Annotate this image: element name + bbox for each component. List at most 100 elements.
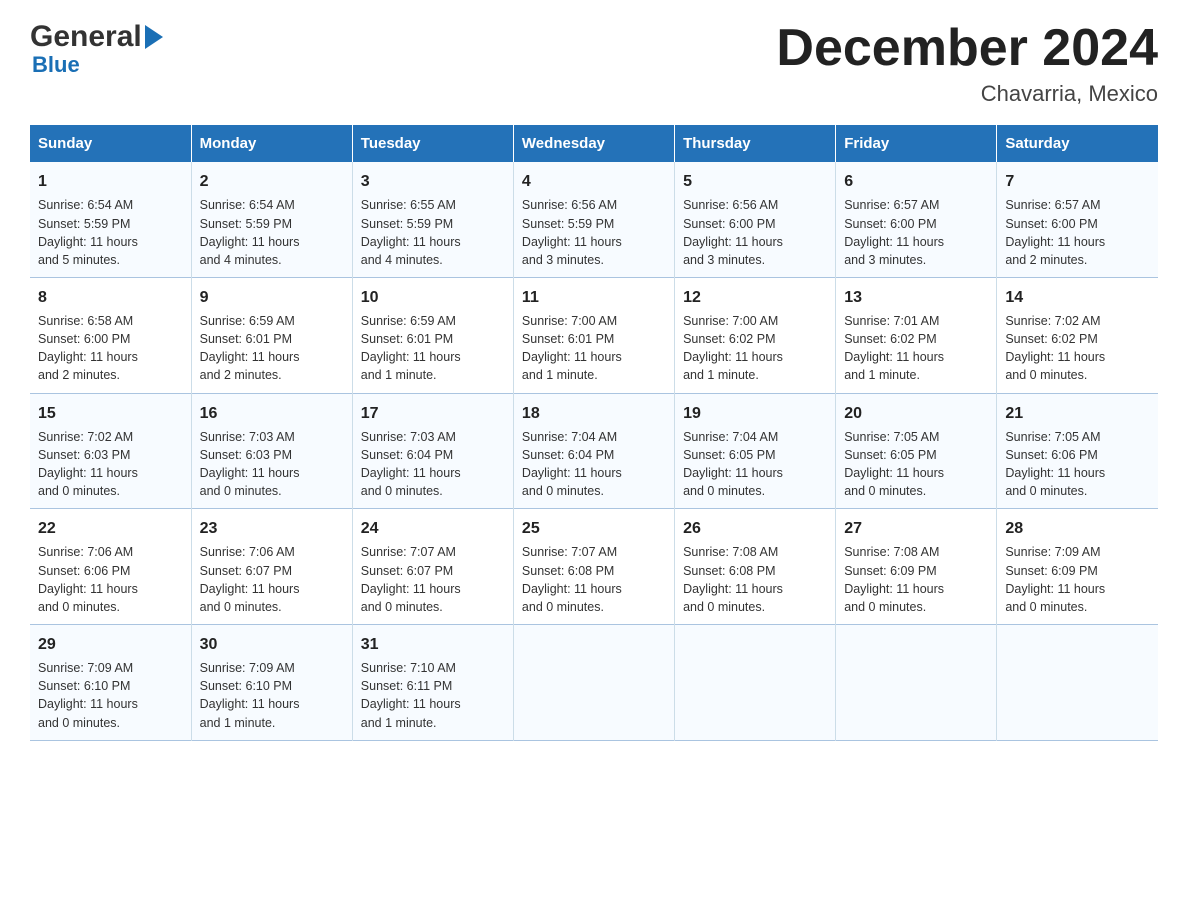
day-info: Sunrise: 7:02 AMSunset: 6:02 PMDaylight:…: [1005, 312, 1150, 385]
calendar-cell: 16Sunrise: 7:03 AMSunset: 6:03 PMDayligh…: [191, 393, 352, 509]
day-number: 25: [522, 517, 666, 540]
day-info: Sunrise: 7:04 AMSunset: 6:05 PMDaylight:…: [683, 428, 827, 501]
day-info: Sunrise: 7:08 AMSunset: 6:09 PMDaylight:…: [844, 543, 988, 616]
calendar-cell: 22 Sunrise: 7:06 AMSunset: 6:06 PMDayligh…: [30, 509, 191, 625]
calendar-cell: 18Sunrise: 7:04 AMSunset: 6:04 PMDayligh…: [513, 393, 674, 509]
calendar-cell: 30Sunrise: 7:09 AMSunset: 6:10 PMDayligh…: [191, 624, 352, 740]
calendar-cell: 8 Sunrise: 6:58 AMSunset: 6:00 PMDaylight…: [30, 277, 191, 393]
day-number: 21: [1005, 402, 1150, 425]
header-friday: Friday: [836, 125, 997, 162]
calendar-cell: 10 Sunrise: 6:59 AMSunset: 6:01 PMDayligh…: [352, 277, 513, 393]
calendar-cell: [513, 624, 674, 740]
calendar-cell: [836, 624, 997, 740]
day-info: Sunrise: 7:09 AMSunset: 6:09 PMDaylight:…: [1005, 543, 1150, 616]
calendar-body: 1 Sunrise: 6:54 AMSunset: 5:59 PMDaylight…: [30, 162, 1158, 740]
day-number: 14: [1005, 286, 1150, 309]
calendar-cell: 9 Sunrise: 6:59 AMSunset: 6:01 PMDaylight…: [191, 277, 352, 393]
day-number: 31: [361, 633, 505, 656]
day-number: 1: [38, 170, 183, 193]
day-number: 2: [200, 170, 344, 193]
calendar-cell: 11Sunrise: 7:00 AMSunset: 6:01 PMDayligh…: [513, 277, 674, 393]
calendar-cell: 28Sunrise: 7:09 AMSunset: 6:09 PMDayligh…: [997, 509, 1158, 625]
day-number: 10: [361, 286, 505, 309]
day-info: Sunrise: 7:05 AMSunset: 6:06 PMDaylight:…: [1005, 428, 1150, 501]
calendar-cell: 23 Sunrise: 7:06 AMSunset: 6:07 PMDayligh…: [191, 509, 352, 625]
day-info: Sunrise: 7:06 AMSunset: 6:06 PMDaylight:…: [38, 543, 183, 616]
calendar-cell: 2Sunrise: 6:54 AMSunset: 5:59 PMDaylight…: [191, 162, 352, 277]
day-number: 22: [38, 517, 183, 540]
header-wednesday: Wednesday: [513, 125, 674, 162]
day-info: Sunrise: 6:56 AMSunset: 5:59 PMDaylight:…: [522, 196, 666, 269]
calendar-week-5: 29 Sunrise: 7:09 AMSunset: 6:10 PMDayligh…: [30, 624, 1158, 740]
day-number: 24: [361, 517, 505, 540]
calendar-cell: 27 Sunrise: 7:08 AMSunset: 6:09 PMDayligh…: [836, 509, 997, 625]
day-number: 3: [361, 170, 505, 193]
day-info: Sunrise: 7:01 AMSunset: 6:02 PMDaylight:…: [844, 312, 988, 385]
day-info: Sunrise: 6:59 AMSunset: 6:01 PMDaylight:…: [200, 312, 344, 385]
header-thursday: Thursday: [675, 125, 836, 162]
day-number: 18: [522, 402, 666, 425]
day-number: 9: [200, 286, 344, 309]
header-saturday: Saturday: [997, 125, 1158, 162]
day-info: Sunrise: 7:06 AMSunset: 6:07 PMDaylight:…: [200, 543, 344, 616]
day-info: Sunrise: 7:02 AMSunset: 6:03 PMDaylight:…: [38, 428, 183, 501]
calendar-cell: 31 Sunrise: 7:10 AMSunset: 6:11 PMDayligh…: [352, 624, 513, 740]
day-info: Sunrise: 6:58 AMSunset: 6:00 PMDaylight:…: [38, 312, 183, 385]
day-number: 13: [844, 286, 988, 309]
day-info: Sunrise: 7:00 AMSunset: 6:02 PMDaylight:…: [683, 312, 827, 385]
day-info: Sunrise: 6:56 AMSunset: 6:00 PMDaylight:…: [683, 196, 827, 269]
day-number: 6: [844, 170, 988, 193]
calendar-cell: 15 Sunrise: 7:02 AMSunset: 6:03 PMDayligh…: [30, 393, 191, 509]
header-tuesday: Tuesday: [352, 125, 513, 162]
day-info: Sunrise: 6:57 AMSunset: 6:00 PMDaylight:…: [1005, 196, 1150, 269]
logo: General Blue: [30, 20, 163, 78]
calendar-table: Sunday Monday Tuesday Wednesday Thursday…: [30, 125, 1158, 740]
calendar-cell: 3 Sunrise: 6:55 AMSunset: 5:59 PMDaylight…: [352, 162, 513, 277]
calendar-cell: 29 Sunrise: 7:09 AMSunset: 6:10 PMDayligh…: [30, 624, 191, 740]
header-monday: Monday: [191, 125, 352, 162]
day-info: Sunrise: 6:54 AMSunset: 5:59 PMDaylight:…: [38, 196, 183, 269]
day-number: 23: [200, 517, 344, 540]
logo-general-text: General: [30, 20, 142, 54]
page-subtitle: Chavarria, Mexico: [776, 81, 1158, 107]
header-row: Sunday Monday Tuesday Wednesday Thursday…: [30, 125, 1158, 162]
day-number: 17: [361, 402, 505, 425]
calendar-week-3: 15 Sunrise: 7:02 AMSunset: 6:03 PMDayligh…: [30, 393, 1158, 509]
day-info: Sunrise: 7:07 AMSunset: 6:07 PMDaylight:…: [361, 543, 505, 616]
day-info: Sunrise: 7:03 AMSunset: 6:04 PMDaylight:…: [361, 428, 505, 501]
calendar-week-1: 1 Sunrise: 6:54 AMSunset: 5:59 PMDaylight…: [30, 162, 1158, 277]
day-info: Sunrise: 7:07 AMSunset: 6:08 PMDaylight:…: [522, 543, 666, 616]
day-info: Sunrise: 7:09 AMSunset: 6:10 PMDaylight:…: [200, 659, 344, 732]
day-number: 4: [522, 170, 666, 193]
day-number: 11: [522, 286, 666, 309]
calendar-cell: 25 Sunrise: 7:07 AMSunset: 6:08 PMDayligh…: [513, 509, 674, 625]
day-info: Sunrise: 6:55 AMSunset: 5:59 PMDaylight:…: [361, 196, 505, 269]
calendar-cell: 4 Sunrise: 6:56 AMSunset: 5:59 PMDaylight…: [513, 162, 674, 277]
calendar-cell: 13 Sunrise: 7:01 AMSunset: 6:02 PMDayligh…: [836, 277, 997, 393]
calendar-week-4: 22 Sunrise: 7:06 AMSunset: 6:06 PMDayligh…: [30, 509, 1158, 625]
calendar-cell: 5Sunrise: 6:56 AMSunset: 6:00 PMDaylight…: [675, 162, 836, 277]
calendar-week-2: 8 Sunrise: 6:58 AMSunset: 6:00 PMDaylight…: [30, 277, 1158, 393]
day-number: 26: [683, 517, 827, 540]
calendar-cell: 1 Sunrise: 6:54 AMSunset: 5:59 PMDaylight…: [30, 162, 191, 277]
day-number: 20: [844, 402, 988, 425]
day-info: Sunrise: 6:59 AMSunset: 6:01 PMDaylight:…: [361, 312, 505, 385]
day-number: 8: [38, 286, 183, 309]
day-info: Sunrise: 7:09 AMSunset: 6:10 PMDaylight:…: [38, 659, 183, 732]
page-title: December 2024: [776, 20, 1158, 77]
day-info: Sunrise: 6:57 AMSunset: 6:00 PMDaylight:…: [844, 196, 988, 269]
day-number: 12: [683, 286, 827, 309]
calendar-cell: 7Sunrise: 6:57 AMSunset: 6:00 PMDaylight…: [997, 162, 1158, 277]
day-number: 16: [200, 402, 344, 425]
day-number: 27: [844, 517, 988, 540]
calendar-cell: 21 Sunrise: 7:05 AMSunset: 6:06 PMDayligh…: [997, 393, 1158, 509]
calendar-cell: 26Sunrise: 7:08 AMSunset: 6:08 PMDayligh…: [675, 509, 836, 625]
calendar-cell: [675, 624, 836, 740]
logo-blue-text: Blue: [32, 52, 80, 78]
calendar-cell: 20Sunrise: 7:05 AMSunset: 6:05 PMDayligh…: [836, 393, 997, 509]
day-info: Sunrise: 7:10 AMSunset: 6:11 PMDaylight:…: [361, 659, 505, 732]
calendar-cell: 17 Sunrise: 7:03 AMSunset: 6:04 PMDayligh…: [352, 393, 513, 509]
day-number: 15: [38, 402, 183, 425]
calendar-cell: [997, 624, 1158, 740]
day-number: 29: [38, 633, 183, 656]
